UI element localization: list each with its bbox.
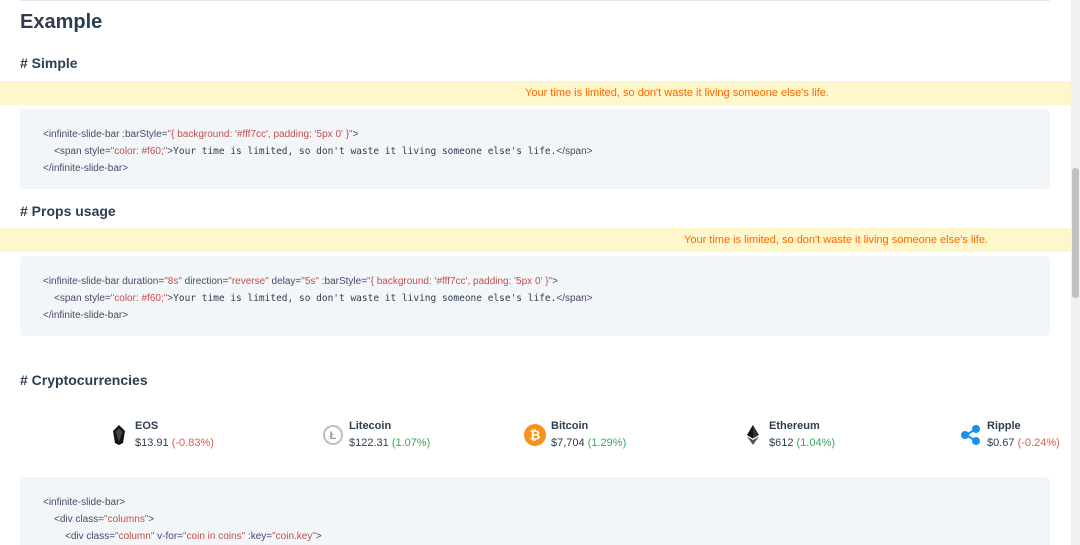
coin-change: (-0.24%) <box>1017 437 1060 449</box>
code-block-crypto: <infinite-slide-bar> <div class="columns… <box>20 477 1050 545</box>
code-line: <infinite-slide-bar> <box>43 497 126 508</box>
code-block-simple: <infinite-slide-bar :barStyle="{ backgro… <box>20 109 1050 189</box>
code-line: <infinite-slide-bar :barStyle="{ backgro… <box>43 129 359 140</box>
code-line: <span style="color: #f60;">Your time is … <box>54 293 593 304</box>
code-block-props: <infinite-slide-bar duration="8s" direct… <box>20 256 1050 336</box>
coin-price-line: $7,704 (1.29%) <box>551 437 627 449</box>
eos-icon <box>113 425 125 445</box>
bitcoin-icon: ₿ <box>524 424 546 446</box>
svg-text:Ł: Ł <box>330 430 337 442</box>
page: Example # Simple Your time is limited, s… <box>0 0 1080 545</box>
coin-name: EOS <box>135 420 159 432</box>
section-title-crypto: # Cryptocurrencies <box>20 372 148 388</box>
code-line: <div class="columns"> <box>54 514 155 525</box>
code-line: </infinite-slide-bar> <box>43 163 129 174</box>
coin-name: Ethereum <box>769 420 820 432</box>
ripple-icon <box>961 425 980 445</box>
litecoin-icon: Ł <box>323 425 343 445</box>
slide-bar-text: Your time is limited, so don't waste it … <box>525 87 829 99</box>
page-scrollbar[interactable] <box>1071 0 1080 545</box>
code-line: </infinite-slide-bar> <box>43 310 129 321</box>
coin-change: (1.04%) <box>796 437 836 449</box>
code-line: <div class="column" v-for="coin in coins… <box>65 531 322 542</box>
coin-name: Ripple <box>987 420 1021 432</box>
coin-name: Litecoin <box>349 420 392 432</box>
coin-price-line: $122.31 (1.07%) <box>349 437 431 449</box>
slide-bar-text: Your time is limited, so don't waste it … <box>684 234 988 246</box>
coin-price-line: $612 (1.04%) <box>769 437 836 449</box>
slide-bar-props: Your time is limited, so don't waste it … <box>0 228 1072 252</box>
section-title-simple: # Simple <box>20 55 78 71</box>
coin-price-line: $13.91 (-0.83%) <box>135 437 214 449</box>
coin-change: (-0.83%) <box>171 437 214 449</box>
coin-change: (1.07%) <box>391 437 431 449</box>
slide-bar-simple: Your time is limited, so don't waste it … <box>0 81 1072 105</box>
scrollbar-thumb[interactable] <box>1072 168 1079 298</box>
page-title: Example <box>20 11 103 33</box>
top-divider <box>20 0 1050 1</box>
section-title-props: # Props usage <box>20 203 116 219</box>
svg-text:₿: ₿ <box>530 428 541 443</box>
ethereum-icon <box>747 425 759 445</box>
coin-change: (1.29%) <box>587 437 627 449</box>
code-line: <infinite-slide-bar duration="8s" direct… <box>43 276 558 287</box>
coin-price-line: $0.67 (-0.24%) <box>987 437 1060 449</box>
code-line: <span style="color: #f60;">Your time is … <box>54 146 593 157</box>
coin-name: Bitcoin <box>551 420 589 432</box>
